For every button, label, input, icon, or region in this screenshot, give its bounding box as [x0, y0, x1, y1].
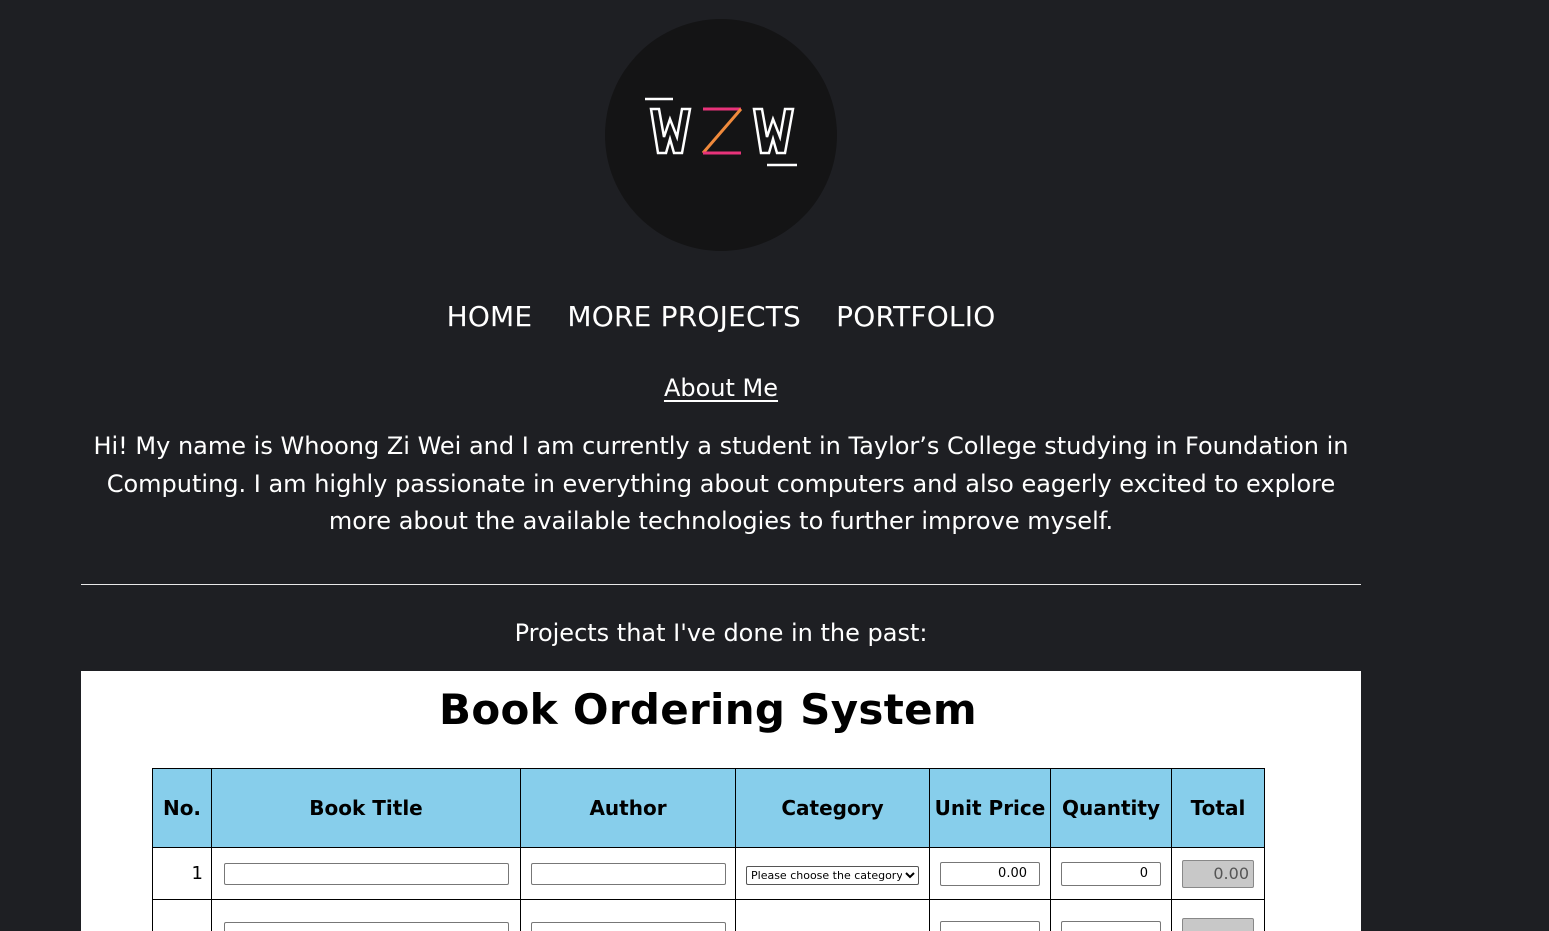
- row-number: [153, 900, 212, 931]
- unit-price-cell: [930, 900, 1051, 931]
- category-cell: Please choose the category: [736, 848, 930, 900]
- book-title-cell: [212, 848, 521, 900]
- nav-portfolio[interactable]: PORTFOLIO: [836, 300, 995, 333]
- main-nav: HOME MORE PROJECTS PORTFOLIO: [0, 300, 1442, 333]
- divider: [81, 584, 1361, 585]
- author-cell: [521, 900, 736, 931]
- about-title: About Me: [0, 374, 1442, 402]
- quantity-cell: [1051, 848, 1172, 900]
- row-number: 1: [153, 848, 212, 900]
- column-header-category: Category: [736, 769, 930, 848]
- category-cell: [736, 900, 930, 931]
- project-preview-frame[interactable]: Book Ordering System No. Book Title Auth…: [81, 671, 1361, 931]
- nav-home[interactable]: HOME: [447, 300, 533, 333]
- column-header-author: Author: [521, 769, 736, 848]
- category-select[interactable]: Please choose the category: [746, 866, 919, 885]
- total-field: [1182, 860, 1254, 888]
- quantity-cell: [1051, 900, 1172, 931]
- book-title-input[interactable]: [224, 922, 509, 931]
- logo[interactable]: [605, 19, 837, 251]
- projects-heading: Projects that I've done in the past:: [0, 619, 1442, 647]
- author-input[interactable]: [531, 863, 726, 885]
- book-title-input[interactable]: [224, 863, 509, 885]
- about-text: Hi! My name is Whoong Zi Wei and I am cu…: [81, 428, 1361, 541]
- unit-price-cell: [930, 848, 1051, 900]
- project-title: Book Ordering System: [81, 685, 1335, 734]
- author-input[interactable]: [531, 922, 726, 931]
- total-cell: [1172, 848, 1265, 900]
- column-header-unit-price: Unit Price: [930, 769, 1051, 848]
- wzw-logo-icon: [643, 97, 803, 169]
- book-order-table: No. Book Title Author Category Unit Pric…: [152, 768, 1265, 931]
- total-cell: [1172, 900, 1265, 931]
- nav-more-projects[interactable]: MORE PROJECTS: [567, 300, 801, 333]
- table-row: 1 Please choose the category: [153, 848, 1265, 900]
- table-row: [153, 900, 1265, 931]
- column-header-book-title: Book Title: [212, 769, 521, 848]
- book-title-cell: [212, 900, 521, 931]
- unit-price-input[interactable]: [940, 921, 1040, 931]
- quantity-input[interactable]: [1061, 862, 1161, 886]
- unit-price-input[interactable]: [940, 862, 1040, 886]
- column-header-no: No.: [153, 769, 212, 848]
- quantity-input[interactable]: [1061, 921, 1161, 931]
- author-cell: [521, 848, 736, 900]
- column-header-quantity: Quantity: [1051, 769, 1172, 848]
- total-field: [1182, 918, 1254, 931]
- column-header-total: Total: [1172, 769, 1265, 848]
